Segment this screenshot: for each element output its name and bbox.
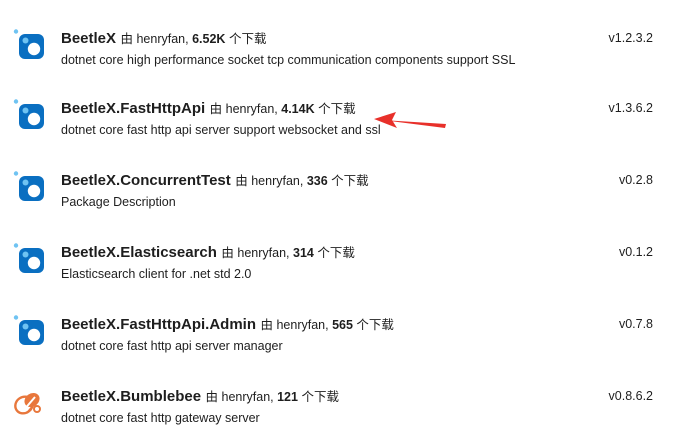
package-version: v1.3.6.2: [608, 101, 653, 115]
download-count: 314: [293, 246, 314, 260]
download-count: 121: [277, 390, 298, 404]
package-meta: 由 henryfan, 6.52K 个下载: [120, 32, 267, 46]
nuget-package-icon: [13, 243, 44, 273]
package-meta: 由 henryfan, 4.14K 个下载: [209, 102, 356, 116]
download-count: 336: [306, 174, 328, 188]
package-name[interactable]: BeetleX.Bumblebee: [61, 388, 201, 405]
package-description: dotnet core fast http api server support…: [61, 123, 381, 137]
package-list: BeetleX 由 henryfan, 6.52K 个下载 dotnet cor…: [0, 0, 679, 439]
package-meta: 由 henryfan, 121 个下载: [205, 390, 339, 404]
package-meta: 由 henryfan, 565 个下载: [260, 318, 394, 332]
package-description: Package Description: [61, 195, 176, 209]
package-item[interactable]: BeetleX 由 henryfan, 6.52K 个下载 dotnet cor…: [0, 29, 679, 89]
package-item[interactable]: BeetleX.FastHttpApi.Admin 由 henryfan, 56…: [0, 315, 679, 375]
nuget-package-icon: [13, 315, 44, 345]
package-name[interactable]: BeetleX: [61, 30, 116, 47]
package-version: v0.8.6.2: [608, 389, 653, 403]
package-name[interactable]: BeetleX.ConcurrentTest: [61, 172, 231, 189]
download-count: 565: [332, 318, 353, 332]
bumblebee-icon: [14, 392, 41, 415]
package-description: dotnet core fast http api server manager: [61, 339, 283, 353]
package-item[interactable]: BeetleX.FastHttpApi 由 henryfan, 4.14K 个下…: [0, 99, 679, 159]
package-version: v0.1.2: [618, 245, 653, 259]
download-count: 4.14K: [281, 102, 315, 116]
package-meta: 由 henryfan, 336 个下载: [235, 174, 369, 188]
nuget-package-icon: [13, 99, 44, 129]
package-description: dotnet core fast http gateway server: [61, 411, 260, 425]
package-name[interactable]: BeetleX.Elasticsearch: [61, 244, 217, 261]
package-version: v0.7.8: [618, 317, 653, 331]
nuget-package-icon: [13, 171, 44, 201]
package-version: v1.2.3.2: [608, 31, 653, 45]
package-item[interactable]: BeetleX.Elasticsearch 由 henryfan, 314 个下…: [0, 243, 679, 303]
package-version: v0.2.8: [618, 173, 653, 187]
nuget-package-icon: [13, 29, 44, 59]
package-description: Elasticsearch client for .net std 2.0: [61, 267, 252, 281]
package-name[interactable]: BeetleX.FastHttpApi.Admin: [61, 316, 256, 333]
package-meta: 由 henryfan, 314 个下载: [221, 246, 355, 260]
package-item[interactable]: BeetleX.Bumblebee 由 henryfan, 121 个下载 do…: [0, 387, 679, 447]
package-description: dotnet core high performance socket tcp …: [61, 53, 516, 67]
download-count: 6.52K: [192, 32, 226, 46]
package-name[interactable]: BeetleX.FastHttpApi: [61, 100, 205, 117]
package-item[interactable]: BeetleX.ConcurrentTest 由 henryfan, 336 个…: [0, 171, 679, 231]
